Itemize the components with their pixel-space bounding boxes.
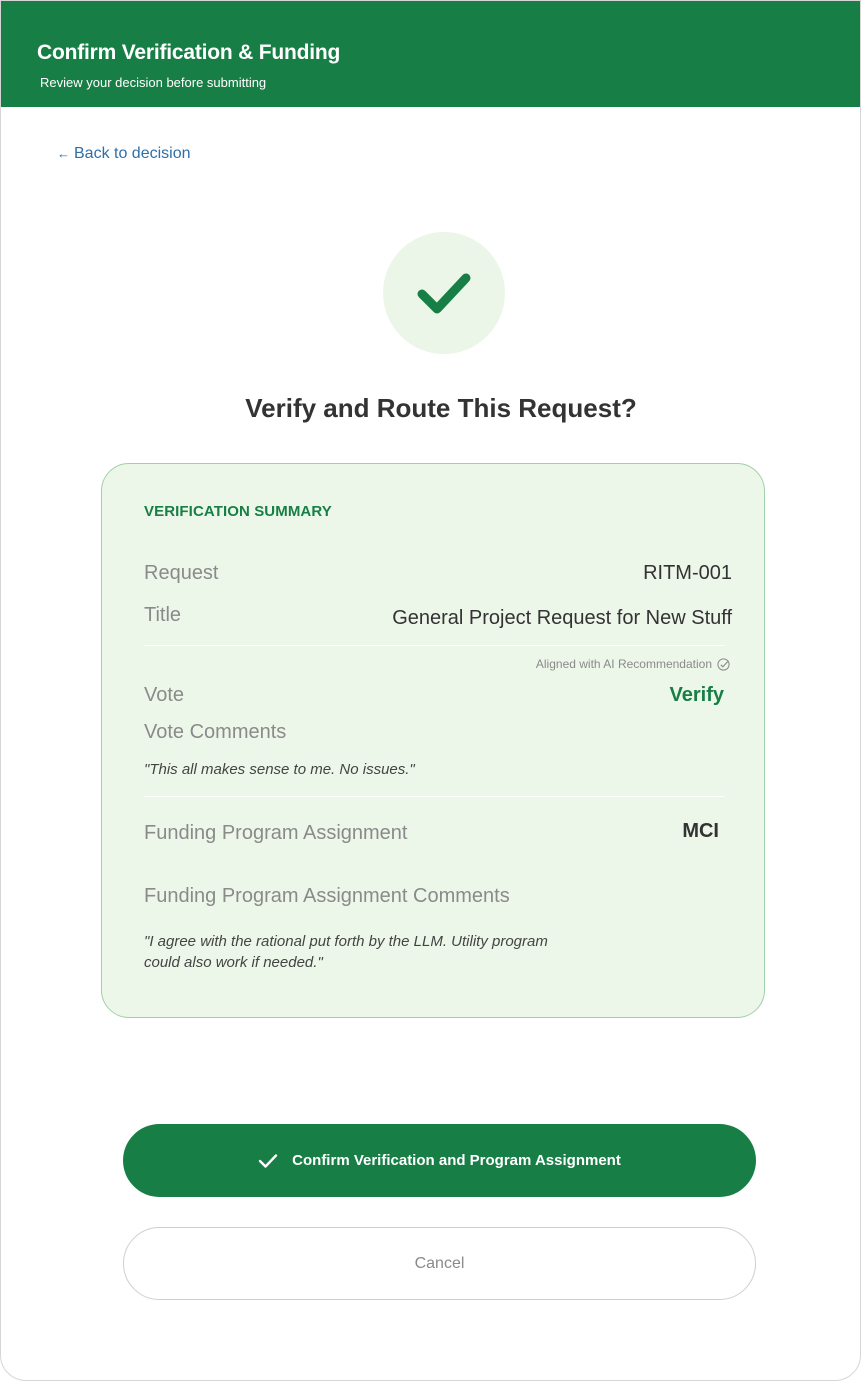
vote-comments-label: Vote Comments	[144, 721, 287, 743]
check-circle-icon	[717, 657, 730, 671]
funding-program-comment: "I agree with the rational put forth by …	[144, 931, 548, 973]
back-to-decision-link[interactable]: ← Back to decision	[57, 145, 191, 163]
title-value: General Project Request for New Stuff	[392, 607, 732, 629]
dialog-header: Confirm Verification & Funding Review yo…	[1, 1, 860, 107]
funding-program-label: Funding Program Assignment	[144, 822, 408, 844]
comment-line: could also work if needed."	[144, 954, 323, 971]
vote-label: Vote	[144, 684, 185, 706]
confirmation-question: Verify and Route This Request?	[245, 393, 637, 423]
funding-program-value: MCI	[682, 820, 719, 842]
summary-heading: VERIFICATION SUMMARY	[144, 503, 332, 520]
cancel-button[interactable]: Cancel	[123, 1227, 756, 1300]
summary-divider	[144, 645, 724, 646]
request-label: Request	[144, 562, 219, 584]
request-value: RITM-001	[643, 562, 732, 584]
dialog-title: Confirm Verification & Funding	[37, 41, 341, 64]
dialog-subtitle: Review your decision before submitting	[40, 75, 267, 90]
summary-divider	[144, 796, 724, 797]
confirm-verification-button[interactable]: Confirm Verification and Program Assignm…	[123, 1124, 756, 1197]
comment-line: "I agree with the rational put forth by …	[144, 933, 548, 950]
back-link-label: Back to decision	[74, 145, 191, 162]
vote-value: Verify	[669, 684, 724, 706]
vote-comment: "This all makes sense to me. No issues."	[144, 761, 415, 778]
ai-alignment-note: Aligned with AI Recommendation	[536, 657, 730, 671]
cancel-button-label: Cancel	[414, 1254, 465, 1272]
confirm-button-label: Confirm Verification and Program Assignm…	[292, 1152, 621, 1169]
funding-program-comments-label: Funding Program Assignment Comments	[144, 885, 510, 907]
ai-note-label: Aligned with AI Recommendation	[535, 657, 712, 671]
verification-summary-card: VERIFICATION SUMMARY Request RITM-001 Ti…	[101, 463, 765, 1018]
check-icon	[417, 273, 471, 314]
title-label: Title	[144, 604, 182, 626]
check-icon	[258, 1153, 278, 1168]
arrow-left-icon: ←	[57, 146, 70, 161]
confirmation-dialog: Confirm Verification & Funding Review yo…	[0, 0, 861, 1381]
success-check-badge	[383, 232, 505, 354]
